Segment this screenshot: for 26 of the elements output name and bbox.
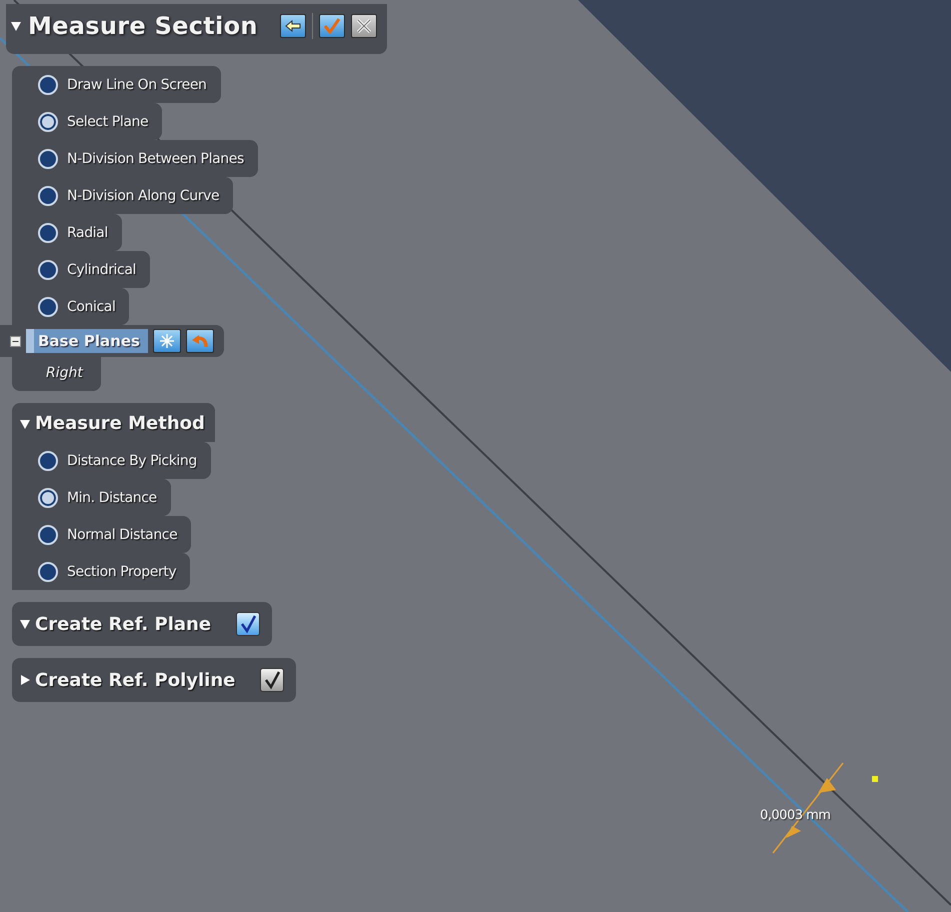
radio-option[interactable]: Draw Line On Screen <box>12 66 221 103</box>
radio-option[interactable]: Select Plane <box>12 103 162 140</box>
radio-option[interactable]: Normal Distance <box>12 516 192 553</box>
radio-option[interactable]: Radial <box>12 214 122 251</box>
panel-title: Measure Section <box>28 12 258 40</box>
radio-option[interactable]: Cylindrical <box>12 251 150 288</box>
collapse-icon[interactable] <box>10 336 21 346</box>
radio-option[interactable]: N-Division Along Curve <box>12 177 234 214</box>
checkmark-icon[interactable] <box>318 14 345 38</box>
section-header[interactable]: Create Ref. Plane <box>12 602 272 646</box>
radio-option[interactable]: N-Division Between Planes <box>12 140 258 177</box>
radio-option[interactable]: Distance By Picking <box>12 442 211 479</box>
snowflake-icon[interactable] <box>152 329 181 353</box>
expand-arrow-icon[interactable] <box>10 20 22 32</box>
checkbox[interactable] <box>236 612 260 636</box>
close-icon[interactable] <box>350 14 377 38</box>
radio-option[interactable]: Min. Distance <box>12 479 171 516</box>
expand-arrow-icon[interactable] <box>20 418 30 428</box>
expand-arrow-icon[interactable] <box>20 619 30 629</box>
measurement-label: 0,0003 mm <box>760 808 830 823</box>
radio-option[interactable]: Conical <box>12 288 130 325</box>
undo-icon[interactable] <box>186 329 214 353</box>
section-header[interactable]: Measure Method <box>12 403 215 442</box>
plane-item[interactable]: Right <box>12 357 101 391</box>
point-marker <box>872 776 878 782</box>
radio-option[interactable]: Section Property <box>12 553 190 590</box>
